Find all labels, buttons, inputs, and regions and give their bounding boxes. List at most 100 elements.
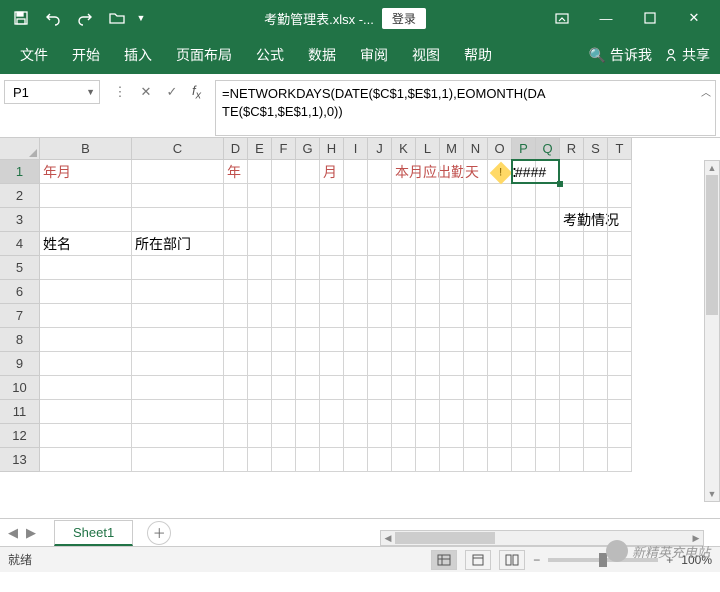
- cell-T3[interactable]: [608, 208, 632, 232]
- page-break-view-icon[interactable]: [499, 550, 525, 570]
- cell-C13[interactable]: [132, 448, 224, 472]
- cell-J13[interactable]: [368, 448, 392, 472]
- cell-D2[interactable]: [224, 184, 248, 208]
- cell-D12[interactable]: [224, 424, 248, 448]
- cell-R2[interactable]: [560, 184, 584, 208]
- tab-data[interactable]: 数据: [298, 40, 346, 70]
- cell-L13[interactable]: [416, 448, 440, 472]
- scroll-left-icon[interactable]: ◀: [381, 531, 395, 545]
- cell-B5[interactable]: [40, 256, 132, 280]
- cell-P12[interactable]: [512, 424, 536, 448]
- cell-D4[interactable]: [224, 232, 248, 256]
- col-header-J[interactable]: J: [368, 138, 392, 160]
- cell-D8[interactable]: [224, 328, 248, 352]
- cell-Q3[interactable]: [536, 208, 560, 232]
- cell-O4[interactable]: [488, 232, 512, 256]
- cell-H7[interactable]: [320, 304, 344, 328]
- undo-icon[interactable]: [38, 4, 68, 32]
- cell-L11[interactable]: [416, 400, 440, 424]
- cell-I11[interactable]: [344, 400, 368, 424]
- cell-P10[interactable]: [512, 376, 536, 400]
- cell-R4[interactable]: [560, 232, 584, 256]
- cell-N1[interactable]: [464, 160, 488, 184]
- cell-S1[interactable]: [584, 160, 608, 184]
- cell-Q11[interactable]: [536, 400, 560, 424]
- cell-T9[interactable]: [608, 352, 632, 376]
- cell-T1[interactable]: [608, 160, 632, 184]
- cell-G1[interactable]: [296, 160, 320, 184]
- col-header-M[interactable]: M: [440, 138, 464, 160]
- cell-N5[interactable]: [464, 256, 488, 280]
- cell-F6[interactable]: [272, 280, 296, 304]
- cell-G3[interactable]: [296, 208, 320, 232]
- cell-J5[interactable]: [368, 256, 392, 280]
- cell-E10[interactable]: [248, 376, 272, 400]
- cell-P13[interactable]: [512, 448, 536, 472]
- cell-T7[interactable]: [608, 304, 632, 328]
- name-box[interactable]: P1 ▼: [4, 80, 100, 104]
- cell-M6[interactable]: [440, 280, 464, 304]
- col-header-H[interactable]: H: [320, 138, 344, 160]
- cell-B4[interactable]: 姓名: [40, 232, 132, 256]
- cell-Q5[interactable]: [536, 256, 560, 280]
- cell-E7[interactable]: [248, 304, 272, 328]
- spreadsheet-grid[interactable]: BCDEFGHIJKLMNOPQRST 12345678910111213 年月…: [0, 138, 720, 518]
- cell-D11[interactable]: [224, 400, 248, 424]
- cell-J2[interactable]: [368, 184, 392, 208]
- cell-B8[interactable]: [40, 328, 132, 352]
- cell-F5[interactable]: [272, 256, 296, 280]
- col-header-Q[interactable]: Q: [536, 138, 560, 160]
- cell-O13[interactable]: [488, 448, 512, 472]
- cell-J12[interactable]: [368, 424, 392, 448]
- cell-D1[interactable]: 年: [224, 160, 248, 184]
- col-header-D[interactable]: D: [224, 138, 248, 160]
- tab-home[interactable]: 开始: [62, 40, 110, 70]
- cell-E2[interactable]: [248, 184, 272, 208]
- tab-insert[interactable]: 插入: [114, 40, 162, 70]
- cell-S10[interactable]: [584, 376, 608, 400]
- cell-H11[interactable]: [320, 400, 344, 424]
- cell-T5[interactable]: [608, 256, 632, 280]
- row-header-5[interactable]: 5: [0, 256, 40, 280]
- scrollbar-thumb-h[interactable]: [395, 532, 495, 544]
- cell-C10[interactable]: [132, 376, 224, 400]
- cell-L1[interactable]: [416, 160, 440, 184]
- tab-review[interactable]: 审阅: [350, 40, 398, 70]
- cell-M4[interactable]: [440, 232, 464, 256]
- cell-B3[interactable]: [40, 208, 132, 232]
- col-header-F[interactable]: F: [272, 138, 296, 160]
- cell-N13[interactable]: [464, 448, 488, 472]
- cell-C9[interactable]: [132, 352, 224, 376]
- cell-B6[interactable]: [40, 280, 132, 304]
- cell-S4[interactable]: [584, 232, 608, 256]
- row-header-7[interactable]: 7: [0, 304, 40, 328]
- cell-C1[interactable]: [132, 160, 224, 184]
- cell-C4[interactable]: 所在部门: [132, 232, 224, 256]
- row-header-1[interactable]: 1: [0, 160, 40, 184]
- cell-N8[interactable]: [464, 328, 488, 352]
- cell-F7[interactable]: [272, 304, 296, 328]
- cell-M10[interactable]: [440, 376, 464, 400]
- cell-O9[interactable]: [488, 352, 512, 376]
- share-button[interactable]: 共享: [664, 45, 710, 65]
- formula-bar[interactable]: =NETWORKDAYS(DATE($C$1,$E$1,1),EOMONTH(D…: [215, 80, 716, 136]
- cell-I7[interactable]: [344, 304, 368, 328]
- cell-M1[interactable]: [440, 160, 464, 184]
- cell-O7[interactable]: [488, 304, 512, 328]
- cell-R3[interactable]: 考勤情况: [560, 208, 584, 232]
- cell-M11[interactable]: [440, 400, 464, 424]
- cell-P3[interactable]: [512, 208, 536, 232]
- cell-G9[interactable]: [296, 352, 320, 376]
- col-header-P[interactable]: P: [512, 138, 536, 160]
- cell-L7[interactable]: [416, 304, 440, 328]
- cell-N6[interactable]: [464, 280, 488, 304]
- cell-I9[interactable]: [344, 352, 368, 376]
- cell-L12[interactable]: [416, 424, 440, 448]
- cells-area[interactable]: 年月年月本月应出勤天!：####考勤情况姓名所在部门: [40, 160, 632, 472]
- row-header-9[interactable]: 9: [0, 352, 40, 376]
- cell-I8[interactable]: [344, 328, 368, 352]
- cell-P6[interactable]: [512, 280, 536, 304]
- cell-C12[interactable]: [132, 424, 224, 448]
- cell-P8[interactable]: [512, 328, 536, 352]
- cell-E8[interactable]: [248, 328, 272, 352]
